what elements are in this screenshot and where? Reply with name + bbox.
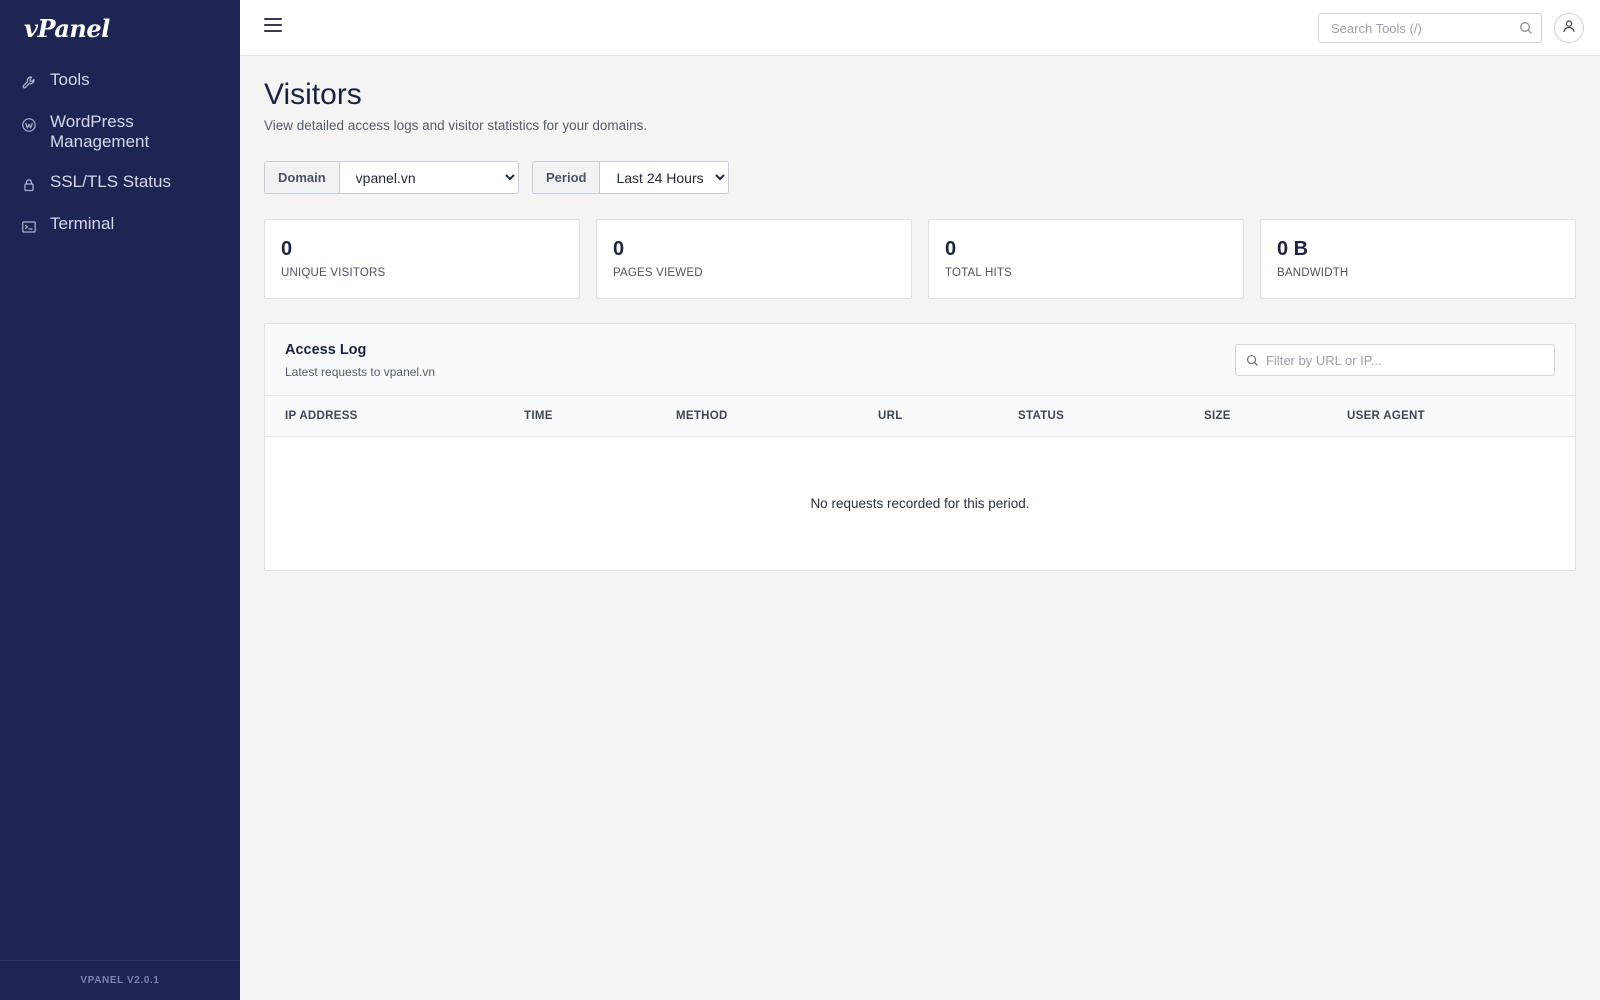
- sidebar-nav: Tools WordPress Management SSL/TLS Statu…: [0, 64, 240, 250]
- stats-row: 0 UNIQUE VISITORS 0 PAGES VIEWED 0 TOTAL…: [264, 219, 1576, 299]
- sidebar-item-wordpress[interactable]: WordPress Management: [0, 106, 240, 158]
- domain-label: Domain: [265, 162, 340, 193]
- user-menu-button[interactable]: [1554, 13, 1584, 43]
- stat-unique-visitors: 0 UNIQUE VISITORS: [264, 219, 580, 299]
- user-icon: [1562, 19, 1576, 38]
- sidebar-item-label: Tools: [50, 70, 90, 89]
- access-log-title: Access Log: [285, 342, 367, 358]
- wordpress-icon: [20, 116, 38, 134]
- wrench-icon: [20, 74, 38, 92]
- sidebar-item-ssl[interactable]: SSL/TLS Status: [0, 166, 240, 200]
- access-log-header: Access Log Latest requests to vpanel.vn: [265, 324, 1575, 396]
- stat-value: 0: [281, 238, 293, 260]
- search-tools-input[interactable]: [1319, 14, 1509, 42]
- domain-filter: Domain vpanel.vn: [264, 161, 519, 194]
- access-log-subtitle: Latest requests to vpanel.vn: [285, 365, 436, 379]
- period-filter: Period Last 24 Hours: [532, 161, 729, 194]
- sidebar-item-label: Terminal: [50, 214, 115, 233]
- period-select[interactable]: Last 24 Hours: [600, 162, 728, 193]
- menu-toggle-icon[interactable]: [264, 18, 282, 36]
- sidebar: vPanel Tools WordPress Management SSL/TL…: [0, 0, 240, 1000]
- column-header-size[interactable]: SIZE: [1204, 396, 1231, 437]
- column-header-time[interactable]: TIME: [524, 396, 553, 437]
- stat-value: 0 B: [1277, 238, 1309, 260]
- access-log-card: Access Log Latest requests to vpanel.vn …: [264, 323, 1576, 571]
- stat-label: BANDWIDTH: [1277, 267, 1349, 279]
- page-title: Visitors: [264, 78, 362, 111]
- stat-label: UNIQUE VISITORS: [281, 267, 386, 279]
- stat-label: TOTAL HITS: [945, 267, 1012, 279]
- period-label: Period: [533, 162, 601, 193]
- log-filter-box: [1235, 344, 1555, 376]
- stat-value: 0: [613, 238, 625, 260]
- stat-value: 0: [945, 238, 957, 260]
- stat-total-hits: 0 TOTAL HITS: [928, 219, 1244, 299]
- lock-icon: [20, 176, 38, 194]
- column-header-ip[interactable]: IP ADDRESS: [285, 396, 358, 437]
- app-version: VPANEL V2.0.1: [0, 960, 240, 1000]
- column-header-url[interactable]: URL: [878, 396, 903, 437]
- search-icon[interactable]: [1519, 21, 1533, 40]
- sidebar-item-tools[interactable]: Tools: [0, 64, 240, 98]
- terminal-icon: [20, 218, 38, 236]
- vpanel-logo[interactable]: vPanel: [24, 14, 110, 43]
- sidebar-item-terminal[interactable]: Terminal: [0, 208, 240, 242]
- search-icon: [1246, 354, 1259, 372]
- column-header-user-agent[interactable]: USER AGENT: [1347, 396, 1425, 437]
- stat-label: PAGES VIEWED: [613, 267, 703, 279]
- page-subtitle: View detailed access logs and visitor st…: [264, 118, 648, 133]
- log-filter-input[interactable]: [1266, 345, 1552, 375]
- topbar: [240, 0, 1600, 56]
- sidebar-item-label: SSL/TLS Status: [50, 172, 171, 191]
- column-header-status[interactable]: STATUS: [1018, 396, 1064, 437]
- search-tools-box: [1318, 13, 1542, 43]
- empty-state-message: No requests recorded for this period.: [810, 496, 1030, 511]
- domain-select[interactable]: vpanel.vn: [339, 162, 518, 193]
- stat-pages-viewed: 0 PAGES VIEWED: [596, 219, 912, 299]
- column-header-method[interactable]: METHOD: [676, 396, 728, 437]
- table-header: IP ADDRESS TIME METHOD URL STATUS SIZE U…: [265, 396, 1575, 437]
- stat-bandwidth: 0 B BANDWIDTH: [1260, 219, 1576, 299]
- sidebar-item-label: WordPress Management: [50, 112, 150, 151]
